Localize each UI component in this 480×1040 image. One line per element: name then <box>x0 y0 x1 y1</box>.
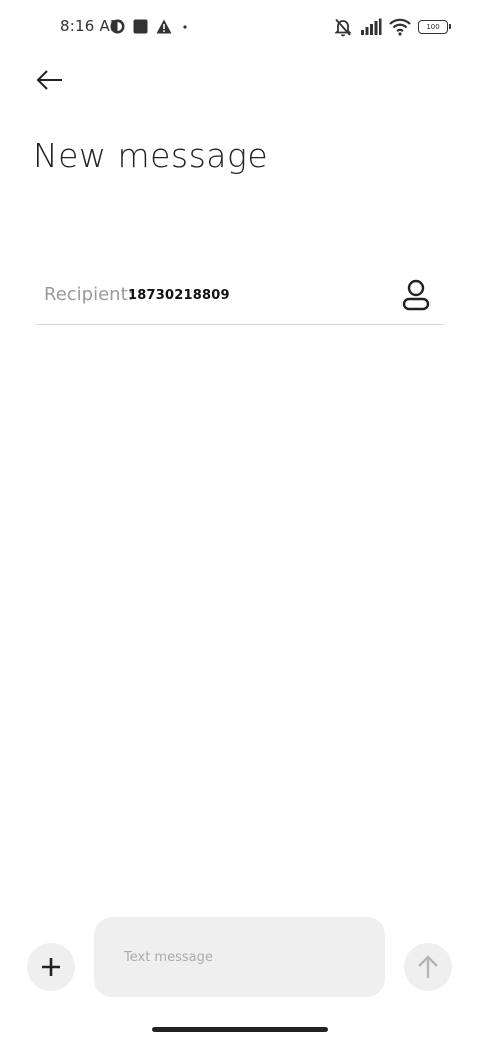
mute-icon <box>334 18 352 37</box>
signal-icon <box>361 18 382 35</box>
dot-icon <box>183 25 187 29</box>
send-arrow-icon <box>418 955 438 978</box>
recipient-input[interactable]: 18730218809 <box>128 288 230 303</box>
warning-icon <box>156 19 172 34</box>
battery-level: 100 <box>426 22 440 31</box>
plus-icon <box>42 958 60 976</box>
attach-button[interactable] <box>27 943 75 991</box>
contact-person-icon <box>402 279 430 311</box>
app-notification-icon <box>110 19 125 34</box>
battery-icon: 100 <box>418 20 451 34</box>
recipient-label: Recipient: <box>44 284 134 305</box>
message-input[interactable] <box>122 949 366 966</box>
back-button[interactable] <box>30 62 70 98</box>
status-bar: 8:16 AM 100 <box>0 0 480 54</box>
send-button[interactable] <box>404 943 452 991</box>
battery-tip <box>449 24 451 29</box>
status-left-icons <box>110 19 190 34</box>
recipient-row[interactable]: Recipient: 18730218809 <box>36 272 444 325</box>
home-indicator[interactable] <box>152 1027 328 1032</box>
wifi-icon <box>389 18 411 36</box>
message-box[interactable] <box>94 917 385 997</box>
back-arrow-icon <box>36 70 62 90</box>
page-title: New message <box>33 136 269 175</box>
contact-picker-button[interactable] <box>400 278 432 314</box>
status-right-icons: 100 <box>333 17 451 37</box>
square-notification-icon <box>133 19 148 34</box>
composer-bar <box>0 912 480 1007</box>
